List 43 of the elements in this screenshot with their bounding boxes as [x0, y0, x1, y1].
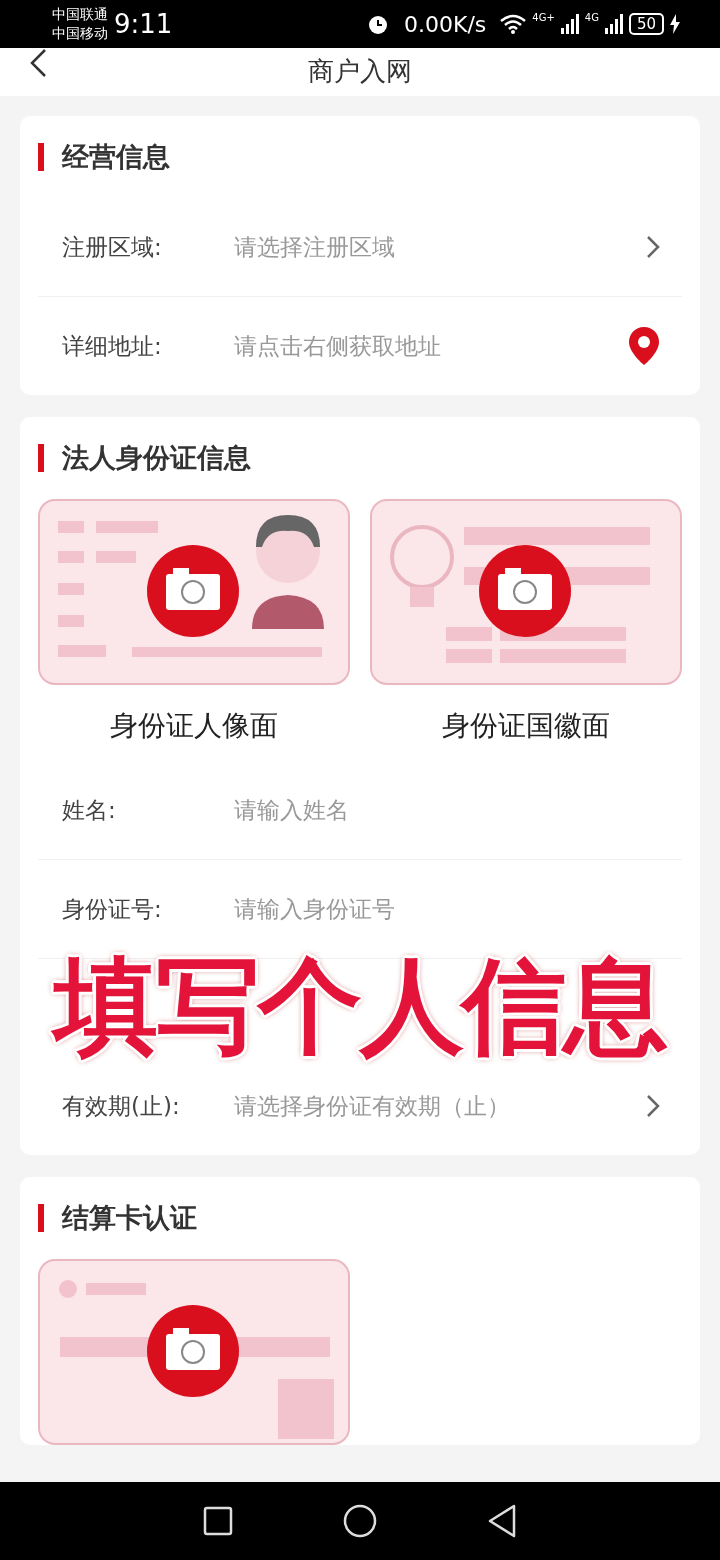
- camera-icon[interactable]: [479, 545, 571, 637]
- section-title: 经营信息: [62, 140, 170, 174]
- id-card-front-drawing[interactable]: [38, 499, 350, 685]
- id-card-back-drawing[interactable]: [370, 499, 682, 685]
- input-field[interactable]: 请选择注册区域: [234, 231, 646, 263]
- network-type: 4G+: [532, 12, 555, 23]
- chevron-right-icon[interactable]: [646, 235, 660, 259]
- field-label: 详细地址:: [62, 331, 163, 361]
- back-icon[interactable]: [28, 48, 48, 78]
- input-field[interactable]: 请输入身份证号: [234, 893, 682, 925]
- carrier-name: 中国联通: [52, 5, 108, 24]
- network-type: 4G: [584, 12, 599, 23]
- page-title: 商户入网: [308, 55, 412, 88]
- field-label: 注册区域:: [62, 232, 163, 262]
- bank-card-drawing[interactable]: [38, 1259, 350, 1445]
- input-field[interactable]: 请选择身份证有效期（止）: [234, 1090, 646, 1122]
- camera-icon[interactable]: [147, 545, 239, 637]
- field-label: 身份证号:: [62, 894, 163, 924]
- chevron-right-icon[interactable]: [646, 1094, 660, 1118]
- section-marker: [38, 143, 44, 171]
- clock-time: 9:11: [114, 9, 173, 39]
- input-field[interactable]: 请输入姓名: [234, 794, 682, 826]
- camera-icon[interactable]: [147, 1305, 239, 1397]
- signal-icon: [604, 14, 623, 34]
- section-title: 结算卡认证: [62, 1201, 197, 1235]
- field-label: 有效期(止):: [62, 1091, 181, 1121]
- home-icon[interactable]: [343, 1504, 377, 1538]
- location-pin-icon[interactable]: [628, 326, 660, 366]
- recent-apps-icon[interactable]: [203, 1506, 233, 1536]
- carrier-name: 中国移动: [52, 24, 108, 43]
- battery-level: 50: [628, 13, 664, 35]
- signal-icon: [560, 14, 579, 34]
- upload-caption: 身份证人像面: [110, 708, 278, 744]
- section-marker: [38, 1204, 44, 1232]
- upload-caption: 身份证国徽面: [442, 708, 610, 744]
- network-speed: 0.00K/s: [404, 11, 487, 37]
- wifi-icon: [500, 14, 527, 34]
- section-title: 法人身份证信息: [62, 441, 251, 475]
- section-marker: [38, 444, 44, 472]
- input-field[interactable]: 请点击右侧获取地址: [234, 330, 628, 362]
- back-icon[interactable]: [487, 1504, 517, 1538]
- charging-icon: [670, 14, 680, 34]
- field-label: 姓名:: [62, 795, 117, 825]
